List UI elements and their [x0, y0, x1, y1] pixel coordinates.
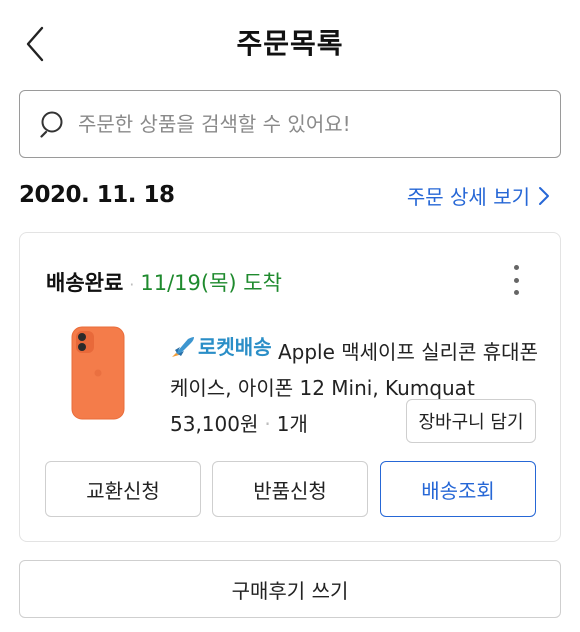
delivery-status: 배송완료 · 11/19(목) 도착 — [46, 267, 282, 297]
rocket-badge: 로켓배송 — [170, 329, 272, 365]
price-quantity: 53,100원 · 1개 — [170, 408, 308, 437]
product-image[interactable] — [68, 325, 128, 421]
top-bar: 주문목록 — [0, 0, 580, 88]
rocket-badge-label: 로켓배송 — [198, 335, 272, 359]
track-delivery-button[interactable]: 배송조회 — [380, 461, 536, 517]
page-title: 주문목록 — [236, 27, 344, 60]
product-quantity: 1개 — [276, 412, 308, 436]
search-icon — [40, 111, 63, 138]
order-detail-label: 주문 상세 보기 — [406, 185, 530, 209]
write-review-button[interactable]: 구매후기 쓰기 — [19, 560, 561, 618]
chevron-right-icon — [539, 186, 549, 205]
order-card: 배송완료 · 11/19(목) 도착 로켓배송 Apple 맥세이프 실리콘 휴… — [19, 232, 561, 542]
search-input[interactable] — [78, 112, 518, 136]
search-bar[interactable] — [19, 90, 561, 158]
more-options-button[interactable] — [510, 265, 522, 295]
separator-dot: · — [264, 412, 271, 436]
status-label: 배송완료 — [46, 271, 124, 295]
exchange-request-button[interactable]: 교환신청 — [45, 461, 201, 517]
rocket-icon — [172, 337, 194, 357]
order-detail-link[interactable]: 주문 상세 보기 — [407, 181, 550, 210]
return-request-button[interactable]: 반품신청 — [212, 461, 368, 517]
more-vertical-icon — [513, 265, 519, 270]
product-price: 53,100원 — [170, 412, 259, 436]
more-vertical-icon-dot — [513, 277, 519, 283]
product-info[interactable]: 로켓배송 Apple 맥세이프 실리콘 휴대폰 케이스, 아이폰 12 Mini… — [170, 329, 540, 406]
order-date: 2020. 11. 18 — [19, 182, 175, 208]
separator-dot: · — [129, 275, 135, 294]
arrival-date: 11/19(목) 도착 — [140, 271, 282, 295]
add-to-cart-button[interactable]: 장바구니 담기 — [406, 399, 536, 443]
more-vertical-icon-dot — [513, 290, 519, 295]
